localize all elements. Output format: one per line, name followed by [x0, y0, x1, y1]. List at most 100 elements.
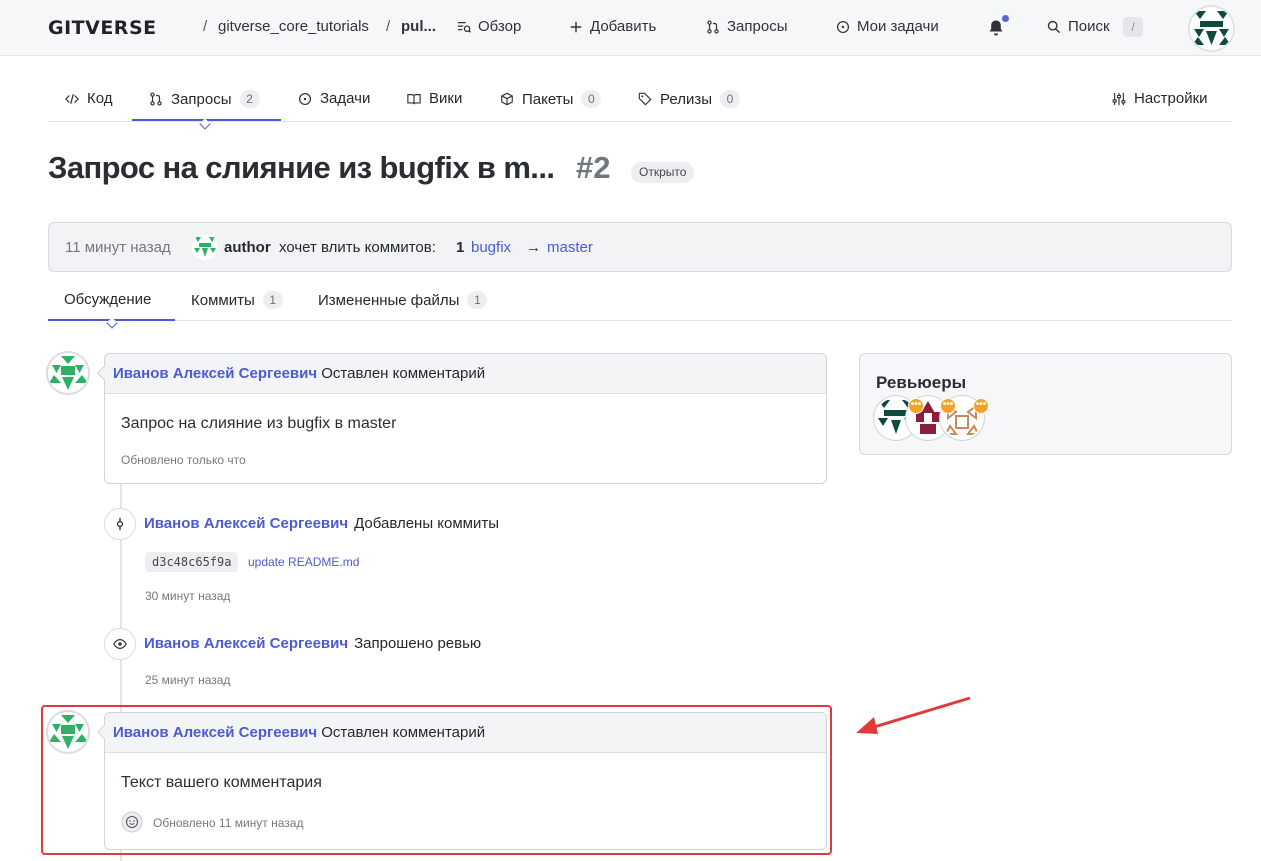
page-title: Запрос на слияние из bugfix в m...	[48, 150, 555, 185]
comment-text: Запрос на слияние из bugfix в master	[121, 415, 397, 432]
nav-my-issues[interactable]: Мои задачи	[836, 18, 939, 35]
comment-avatar-pattern-icon	[48, 353, 88, 393]
nav-pulls-label: Запросы	[727, 18, 788, 35]
notification-dot	[1002, 15, 1009, 22]
pr-sub-tabs: Обсуждение Коммиты 1 Измененные файлы 1	[48, 285, 1232, 329]
tab-changed-files[interactable]: Измененные файлы 1	[318, 291, 488, 309]
overview-icon	[457, 21, 471, 33]
commit-icon	[116, 517, 124, 531]
commit-event-author-link[interactable]: Иванов Алексей Сергеевич	[144, 515, 348, 532]
review-event-action: Запрошено ревью	[354, 635, 482, 652]
issue-icon	[836, 20, 850, 33]
nav-overview-label: Обзор	[478, 18, 522, 35]
tab-issues-label: Задачи	[320, 90, 371, 107]
arrow-right-icon: →	[526, 239, 541, 256]
tab-code-label: Код	[87, 90, 113, 107]
annotation-arrow-icon	[856, 696, 971, 734]
tab-releases-label: Релизы	[660, 90, 712, 108]
user-avatar-pattern-icon	[1190, 7, 1233, 50]
tag-icon	[638, 92, 652, 106]
tab-packages-label: Пакеты	[522, 90, 574, 108]
bell-icon[interactable]	[988, 19, 1004, 37]
tab-releases-count: 0	[719, 90, 740, 108]
comment-avatar[interactable]	[46, 351, 90, 395]
commit-sha[interactable]: d3c48c65f9a	[145, 552, 239, 572]
issue-icon	[298, 92, 312, 105]
tab-wiki-label: Вики	[429, 90, 463, 107]
tab-discussion-label: Обсуждение	[64, 291, 152, 308]
tab-commits-count: 1	[262, 291, 283, 309]
package-icon	[501, 92, 513, 106]
commit-event-time: 30 минут назад	[145, 589, 231, 603]
reviewer-pending-badge: •••	[908, 398, 924, 414]
comment-author-link[interactable]: Иванов Алексей Сергеевич	[113, 365, 317, 382]
nav-overview[interactable]: Обзор	[457, 18, 521, 35]
tab-discussion[interactable]: Обсуждение	[64, 291, 151, 308]
search-button[interactable]: Поиск	[1047, 18, 1110, 35]
eye-icon	[113, 639, 127, 649]
commit-event-action: Добавлены коммиты	[354, 515, 500, 532]
comment-card: Иванов Алексей Сергеевич Оставлен коммен…	[96, 353, 827, 484]
pr-author-link[interactable]: author	[224, 239, 271, 256]
commit-event-marker	[104, 508, 136, 540]
repo-tabs: Код Запросы 2 Задачи Вики Пакеты 0 Релиз…	[48, 78, 1232, 130]
breadcrumb-separator: /	[386, 18, 391, 35]
pr-number: #2	[576, 150, 611, 185]
tab-pulls-label: Запросы	[171, 90, 232, 108]
tab-commits[interactable]: Коммиты 1	[191, 291, 283, 309]
code-icon	[65, 93, 79, 104]
status-badge: Открыто	[631, 162, 695, 183]
comment-action: Оставлен комментарий	[321, 365, 486, 382]
commit-count: 1	[456, 239, 465, 256]
pr-action-text: хочет влить коммитов:	[279, 239, 436, 256]
search-icon	[1047, 20, 1061, 33]
breadcrumb-repo[interactable]: pul...	[401, 18, 436, 35]
review-event-marker	[104, 628, 136, 660]
tab-releases[interactable]: Релизы 0	[638, 90, 740, 108]
tab-pulls[interactable]: Запросы 2	[149, 90, 260, 108]
search-shortcut-key: /	[1123, 17, 1143, 37]
nav-add[interactable]: Добавить	[569, 18, 656, 35]
tab-pulls-count: 2	[239, 90, 260, 108]
nav-add-label: Добавить	[590, 18, 657, 35]
user-avatar[interactable]	[1188, 5, 1235, 52]
tab-code[interactable]: Код	[65, 90, 113, 107]
target-branch-link[interactable]: master	[547, 239, 593, 256]
tab-packages-count: 0	[581, 90, 602, 108]
reviewer-pending-badge: •••	[973, 398, 989, 414]
tab-settings[interactable]: Настройки	[1112, 90, 1208, 107]
nav-my-issues-label: Мои задачи	[857, 18, 939, 35]
commit-event-text: Иванов Алексей Сергеевич Добавлены коммит…	[144, 515, 499, 532]
search-label: Поиск	[1068, 18, 1110, 35]
pull-request-icon	[150, 92, 162, 106]
reviewers-panel: Ревьюеры ••• ••• •••	[859, 353, 1232, 455]
reviewers-title[interactable]: Ревьюеры	[876, 373, 966, 393]
gitverse-logo[interactable]: GITVERSE	[48, 17, 157, 39]
tab-packages[interactable]: Пакеты 0	[500, 90, 602, 108]
plus-icon	[570, 21, 582, 32]
pull-request-icon	[707, 19, 719, 34]
commit-message-link[interactable]: update README.md	[248, 555, 359, 569]
nav-pulls[interactable]: Запросы	[706, 18, 788, 35]
tab-issues[interactable]: Задачи	[298, 90, 370, 107]
comment-updated-time: Обновлено только что	[121, 453, 246, 467]
tab-changed-files-label: Измененные файлы	[318, 291, 460, 309]
book-icon	[407, 93, 421, 104]
reviewer-pending-badge: •••	[940, 398, 956, 414]
review-event-time: 25 минут назад	[145, 673, 231, 687]
pr-created-time: 11 минут назад	[65, 239, 171, 256]
tab-settings-label: Настройки	[1134, 90, 1208, 107]
tab-changed-files-count: 1	[467, 291, 488, 309]
review-event-author-link[interactable]: Иванов Алексей Сергеевич	[144, 635, 348, 652]
author-avatar[interactable]	[192, 234, 218, 260]
top-header: GITVERSE / gitverse_core_tutorials / pul…	[0, 0, 1261, 56]
breadcrumb-owner[interactable]: gitverse_core_tutorials	[218, 18, 369, 35]
settings-sliders-icon	[1112, 92, 1126, 105]
tab-wiki[interactable]: Вики	[407, 90, 462, 107]
breadcrumb-separator: /	[203, 18, 208, 35]
review-event-text: Иванов Алексей Сергеевич Запрошено ревью	[144, 635, 481, 652]
source-branch-link[interactable]: bugfix	[471, 239, 511, 256]
comment-header: Иванов Алексей Сергеевич Оставлен коммен…	[105, 354, 826, 394]
tab-commits-label: Коммиты	[191, 291, 255, 309]
highlight-box	[41, 705, 832, 855]
